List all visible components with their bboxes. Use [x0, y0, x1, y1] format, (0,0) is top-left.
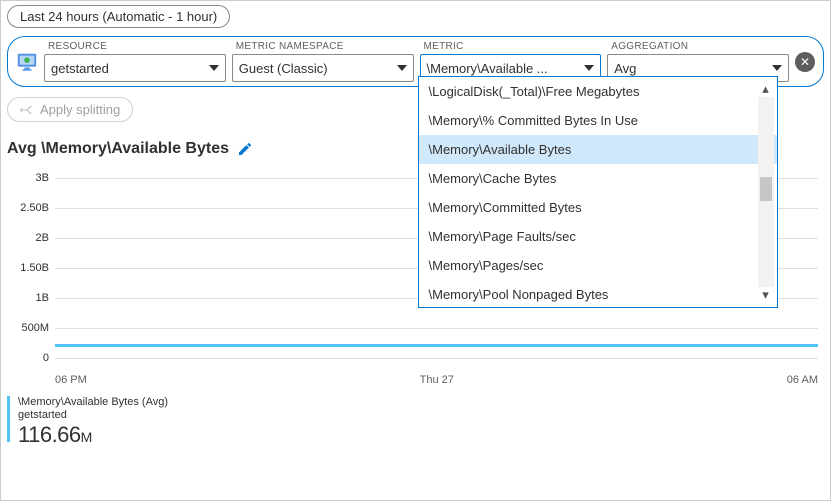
namespace-value: Guest (Classic) [239, 61, 328, 76]
close-icon: ✕ [800, 55, 810, 69]
legend-value-row: 116.66M [18, 422, 168, 448]
scroll-down-icon[interactable]: ▾ [758, 287, 774, 303]
gridline [55, 358, 818, 359]
legend: \Memory\Available Bytes (Avg) getstarted… [7, 396, 824, 449]
time-range-pill[interactable]: Last 24 hours (Automatic - 1 hour) [7, 5, 230, 28]
scroll-thumb[interactable] [760, 177, 772, 201]
chart-title: Avg \Memory\Available Bytes [7, 140, 229, 158]
y-tick-label: 2.50B [19, 202, 49, 214]
y-tick-label: 500M [19, 322, 49, 334]
namespace-label: METRIC NAMESPACE [236, 41, 414, 52]
x-tick-label: 06 AM [787, 374, 818, 386]
namespace-group: METRIC NAMESPACE Guest (Classic) [232, 41, 414, 82]
metric-option[interactable]: \Memory\Cache Bytes [419, 164, 777, 193]
y-tick-label: 1.50B [19, 262, 49, 274]
metric-selector-bar: RESOURCE getstarted METRIC NAMESPACE Gue… [7, 36, 824, 87]
y-tick-label: 2B [19, 232, 49, 244]
apply-splitting-button[interactable]: Apply splitting [7, 97, 133, 122]
legend-unit: M [81, 429, 92, 445]
metric-option[interactable]: \Memory\Committed Bytes [419, 193, 777, 222]
resource-group: RESOURCE getstarted [44, 41, 226, 82]
x-axis: 06 PM Thu 27 06 AM [55, 374, 818, 386]
x-tick-label: 06 PM [55, 374, 87, 386]
chevron-down-icon [397, 65, 407, 71]
edit-icon[interactable] [237, 141, 253, 157]
aggregation-label: AGGREGATION [611, 41, 789, 52]
remove-metric-button[interactable]: ✕ [795, 52, 815, 72]
metric-option[interactable]: \Memory\% Committed Bytes In Use [419, 106, 777, 135]
split-icon [20, 103, 34, 117]
aggregation-value: Avg [614, 61, 636, 76]
apply-splitting-label: Apply splitting [40, 102, 120, 117]
legend-color-bar [7, 396, 10, 442]
gridline [55, 328, 818, 329]
y-tick-label: 3B [19, 172, 49, 184]
monitor-icon [16, 51, 38, 73]
x-tick-label: Thu 27 [420, 374, 454, 386]
legend-resource: getstarted [18, 409, 168, 422]
y-tick-label: 1B [19, 292, 49, 304]
metric-group: METRIC \Memory\Available ... \LogicalDis… [420, 41, 602, 82]
legend-value: 116.66 [18, 422, 81, 447]
legend-metric: \Memory\Available Bytes (Avg) [18, 396, 168, 409]
metric-option[interactable]: \Memory\Pool Nonpaged Bytes [419, 280, 777, 307]
chevron-down-icon [584, 65, 594, 71]
metric-value: \Memory\Available ... [427, 61, 548, 76]
y-tick-label: 0 [19, 352, 49, 364]
resource-label: RESOURCE [48, 41, 226, 52]
metric-option[interactable]: \LogicalDisk(_Total)\Free Megabytes [419, 77, 777, 106]
chart-data-line [55, 344, 818, 347]
metric-option[interactable]: \Memory\Pages/sec [419, 251, 777, 280]
metric-option[interactable]: \Memory\Available Bytes [419, 135, 777, 164]
namespace-select[interactable]: Guest (Classic) [232, 54, 414, 82]
resource-value: getstarted [51, 61, 109, 76]
scroll-track[interactable] [758, 97, 774, 287]
legend-text: \Memory\Available Bytes (Avg) getstarted… [18, 396, 168, 449]
metric-dropdown-list: \LogicalDisk(_Total)\Free Megabytes\Memo… [419, 77, 777, 307]
metric-label: METRIC [424, 41, 602, 52]
metric-option[interactable]: \Memory\Page Faults/sec [419, 222, 777, 251]
scrollbar[interactable]: ▴ ▾ [758, 81, 774, 303]
chevron-down-icon [772, 65, 782, 71]
resource-select[interactable]: getstarted [44, 54, 226, 82]
time-range-text: Last 24 hours (Automatic - 1 hour) [20, 9, 217, 24]
metric-dropdown: \LogicalDisk(_Total)\Free Megabytes\Memo… [418, 76, 778, 308]
chevron-down-icon [209, 65, 219, 71]
scroll-up-icon[interactable]: ▴ [758, 81, 774, 97]
